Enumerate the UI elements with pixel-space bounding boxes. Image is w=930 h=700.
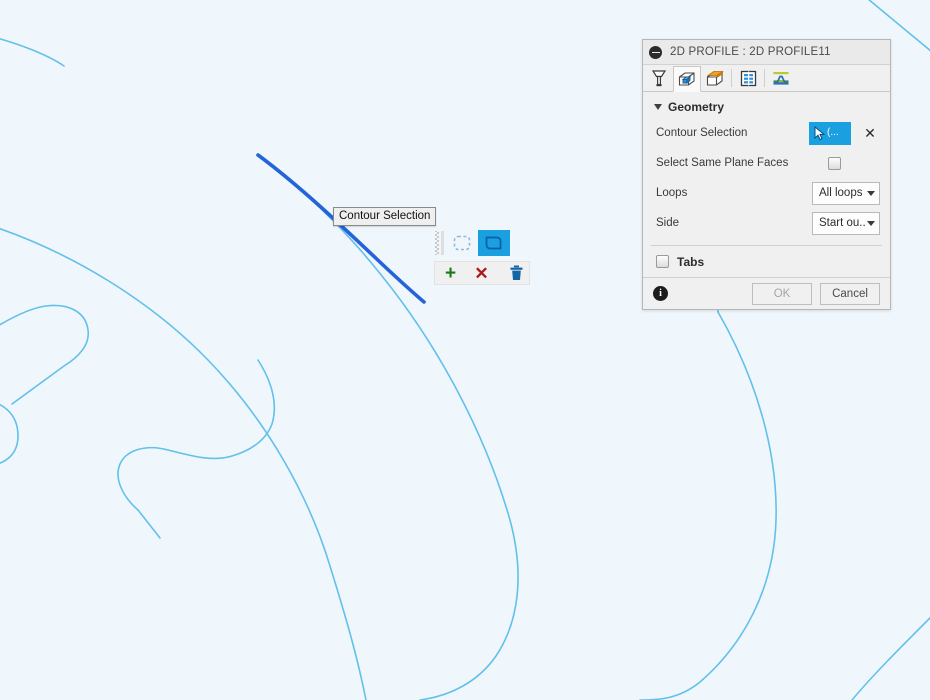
contour-selection-button-text: (... bbox=[827, 127, 839, 138]
drag-handle[interactable] bbox=[434, 231, 444, 255]
selection-mini-toolbar[interactable]: + ✕ bbox=[434, 229, 530, 285]
clear-selection-icon[interactable]: ✕ bbox=[860, 123, 880, 143]
row-contour-selection: Contour Selection (... ✕ bbox=[643, 118, 890, 148]
tab-tool[interactable] bbox=[645, 65, 673, 91]
contour-selection-control: (... ✕ bbox=[809, 121, 880, 145]
chain-selection-mode-button[interactable] bbox=[446, 230, 478, 256]
chevron-down-icon bbox=[867, 190, 875, 196]
linking-ramp-icon bbox=[773, 72, 789, 85]
tab-geometry[interactable] bbox=[673, 66, 701, 92]
clear-selection-glyph: ✕ bbox=[864, 124, 876, 141]
contour-selection-tooltip: Contour Selection bbox=[333, 207, 437, 226]
heights-stock-icon bbox=[706, 70, 724, 86]
delete-selection-button[interactable] bbox=[501, 262, 532, 284]
dialog-titlebar[interactable]: 2D PROFILE : 2D PROFILE11 bbox=[643, 40, 890, 65]
ok-button[interactable]: OK bbox=[752, 282, 812, 305]
cancel-button-label: Cancel bbox=[832, 287, 868, 300]
dialog-body: Geometry Contour Selection (... ✕ Select… bbox=[643, 95, 890, 277]
info-glyph: i bbox=[659, 288, 662, 299]
select-same-plane-faces-control bbox=[825, 156, 880, 170]
contour-selection-label: Contour Selection bbox=[656, 127, 748, 139]
tooltip-label: Contour Selection bbox=[339, 210, 431, 222]
select-same-plane-faces-label: Select Same Plane Faces bbox=[656, 157, 789, 169]
dashed-contour-icon bbox=[453, 235, 471, 251]
tab-passes[interactable] bbox=[734, 65, 762, 91]
row-loops: Loops All loops bbox=[643, 178, 890, 208]
row-select-same-plane-faces: Select Same Plane Faces bbox=[643, 148, 890, 178]
selection-actions-row: + ✕ bbox=[434, 261, 530, 285]
dialog-title: 2D PROFILE : 2D PROFILE11 bbox=[670, 46, 831, 58]
dialog-footer: i OK Cancel bbox=[643, 277, 890, 309]
tab-linking[interactable] bbox=[767, 65, 795, 91]
loops-control: All loops bbox=[812, 181, 880, 205]
geometry-cube-icon bbox=[678, 71, 695, 86]
solid-contour-icon bbox=[485, 236, 502, 250]
side-label: Side bbox=[656, 217, 680, 229]
endmill-tool-icon bbox=[651, 70, 667, 87]
side-dropdown[interactable]: Start ou... bbox=[812, 211, 880, 235]
cross-icon: ✕ bbox=[474, 263, 489, 283]
loops-value: All loops bbox=[819, 187, 863, 199]
tabs-group-label: Tabs bbox=[677, 254, 705, 269]
chevron-down-icon bbox=[867, 220, 875, 226]
passes-layers-icon bbox=[740, 70, 756, 87]
trash-icon bbox=[510, 265, 523, 280]
tabs-checkbox[interactable] bbox=[656, 255, 669, 268]
caret-down-icon[interactable] bbox=[654, 103, 662, 110]
plus-icon: + bbox=[444, 262, 457, 284]
tab-heights[interactable] bbox=[701, 65, 729, 91]
selection-mode-row bbox=[434, 229, 530, 257]
loops-dropdown[interactable]: All loops bbox=[812, 181, 880, 205]
contour-selection-button[interactable]: (... bbox=[809, 121, 851, 145]
side-value: Start ou... bbox=[819, 217, 865, 229]
info-icon[interactable]: i bbox=[653, 286, 668, 301]
geometry-section-header[interactable]: Geometry bbox=[643, 95, 890, 118]
side-control: Start ou... bbox=[812, 211, 880, 235]
geometry-section-title: Geometry bbox=[668, 99, 725, 114]
row-side: Side Start ou... bbox=[643, 208, 890, 238]
collapse-icon[interactable] bbox=[649, 45, 662, 59]
operation-dialog: 2D PROFILE : 2D PROFILE11 Geometry Conto… bbox=[642, 39, 891, 310]
loops-label: Loops bbox=[656, 187, 688, 199]
cancel-button[interactable]: Cancel bbox=[820, 282, 880, 305]
dialog-tabstrip bbox=[643, 65, 890, 92]
single-selection-mode-button[interactable] bbox=[478, 230, 510, 256]
select-same-plane-faces-checkbox[interactable] bbox=[828, 156, 841, 170]
application-window: Contour Selection + ✕ 2D PROFILE: 2D PR… bbox=[0, 0, 930, 700]
ok-button-label: OK bbox=[773, 287, 791, 300]
tabs-group-row: Tabs bbox=[643, 246, 890, 277]
cursor-arrow-icon bbox=[814, 125, 826, 140]
add-selection-button[interactable]: + bbox=[435, 262, 466, 284]
tabstrip-separator-1 bbox=[731, 69, 732, 87]
tabstrip-separator-2 bbox=[764, 69, 765, 87]
remove-selection-button[interactable]: ✕ bbox=[466, 262, 497, 284]
